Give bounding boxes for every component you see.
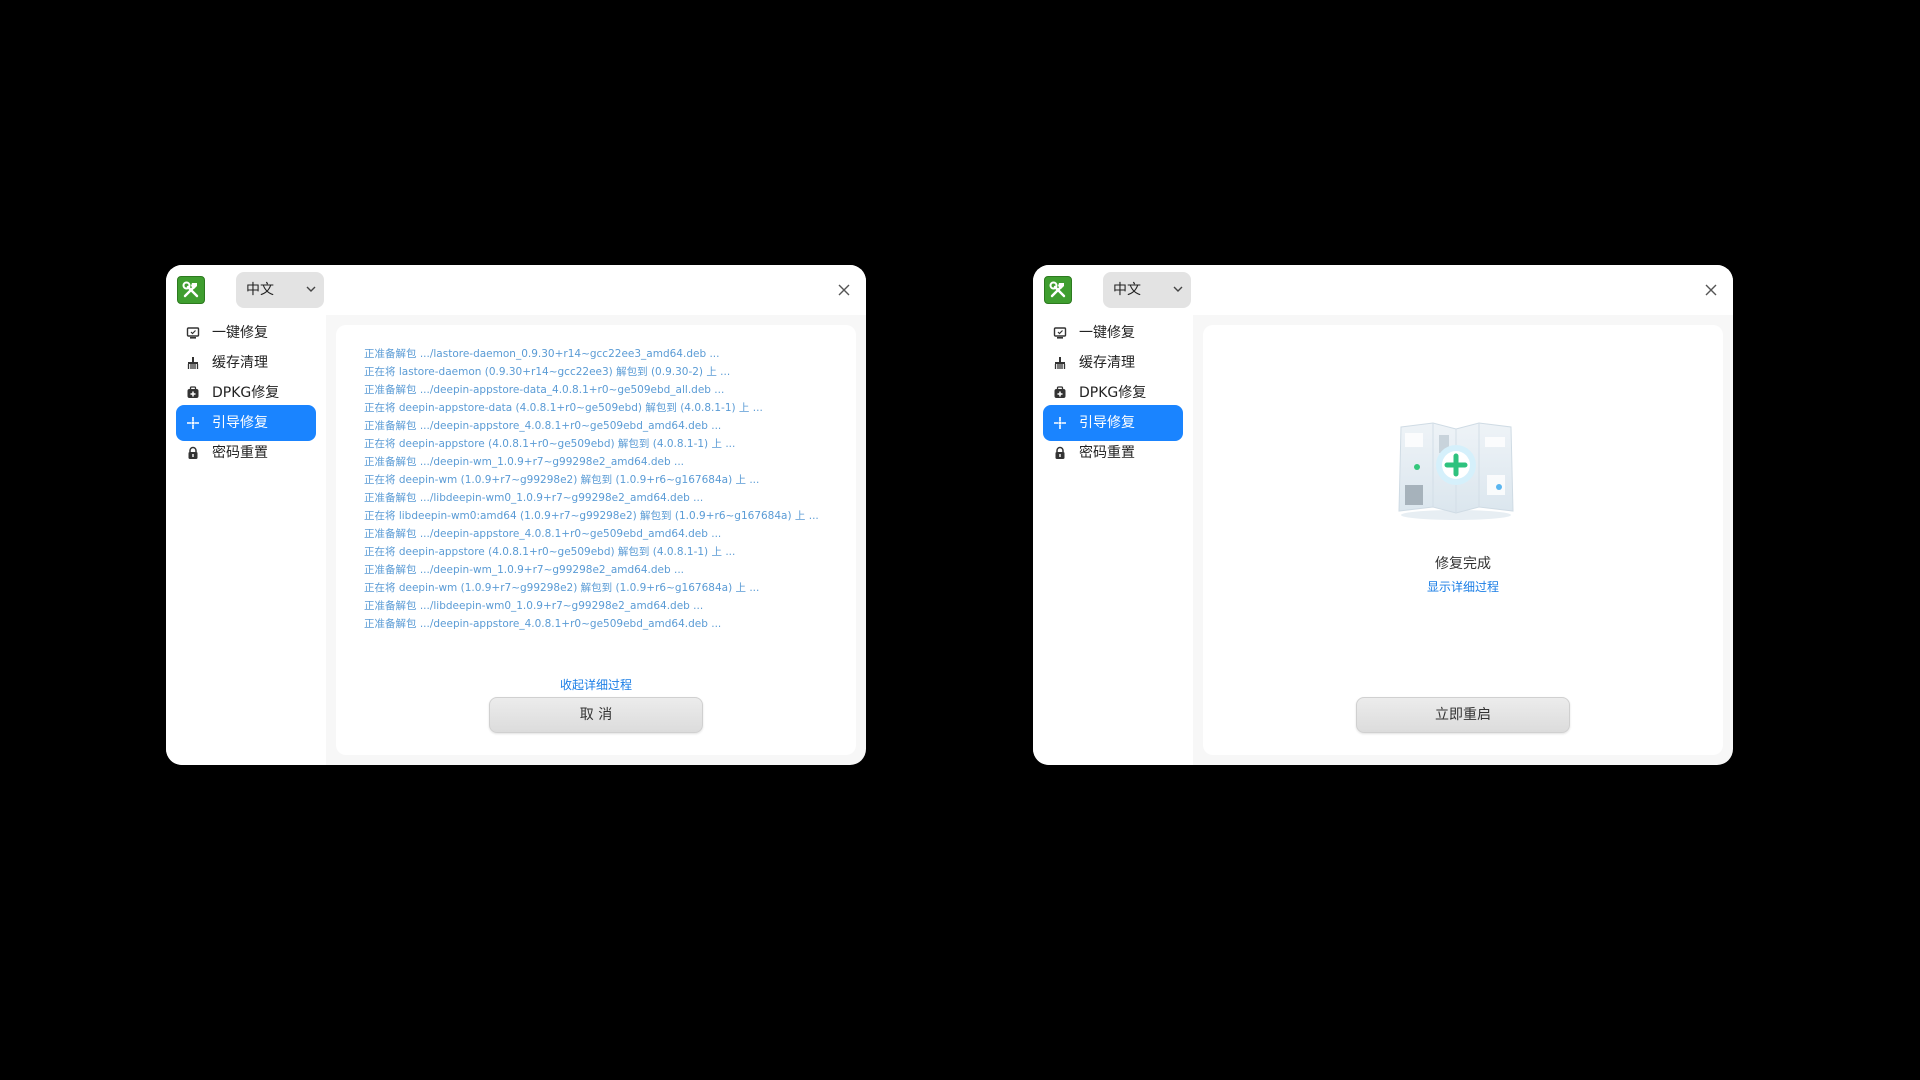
- monitor-repair-icon: [1053, 327, 1067, 339]
- repair-complete-title: 修复完成: [1435, 556, 1491, 572]
- log-line: 正在将 lastore-daemon (0.9.30+r14~gcc22ee3)…: [364, 366, 731, 378]
- titlebar: 中文: [1033, 265, 1733, 315]
- main-content: 正准备解包 .../lastore-daemon_0.9.30+r14~gcc2…: [336, 325, 856, 755]
- language-select-value: 中文: [1113, 282, 1141, 298]
- boot-repair-icon: [187, 417, 199, 429]
- sidebar-item-password-reset[interactable]: 密码重置: [176, 435, 316, 471]
- titlebar: 中文: [166, 265, 866, 315]
- lock-icon: [188, 446, 198, 459]
- sidebar-item-label: 引导修复: [212, 415, 268, 431]
- sidebar-item-password-reset[interactable]: 密码重置: [1043, 435, 1183, 471]
- sidebar-item-label: 密码重置: [1079, 445, 1135, 461]
- sidebar: 一键修复 缓存清理 DPKG修复 引导修复 密码重置: [166, 315, 326, 765]
- repair-tool-window-progress: 中文 一键修复 缓存清理 DPKG修复 引导修复 密码重置 正准备解包 .../…: [166, 265, 866, 765]
- log-line: 正准备解包 .../deepin-appstore_4.0.8.1+r0~ge5…: [364, 618, 722, 630]
- language-select[interactable]: 中文: [1103, 272, 1191, 308]
- lock-icon: [1055, 446, 1065, 459]
- log-line: 正准备解包 .../deepin-wm_1.0.9+r7~g99298e2_am…: [364, 564, 684, 576]
- log-line: 正在将 deepin-wm (1.0.9+r7~g99298e2) 解包到 (1…: [364, 582, 760, 594]
- log-line: 正准备解包 .../libdeepin-wm0_1.0.9+r7~g99298e…: [364, 492, 704, 504]
- restart-now-button[interactable]: 立即重启: [1356, 697, 1570, 733]
- sidebar-item-label: 缓存清理: [1079, 355, 1135, 371]
- log-line: 正在将 deepin-appstore (4.0.8.1+r0~ge509ebd…: [364, 438, 736, 450]
- sidebar-item-label: DPKG修复: [212, 385, 280, 401]
- collapse-details-link[interactable]: 收起详细过程: [336, 677, 856, 693]
- close-icon: [838, 284, 850, 296]
- close-button[interactable]: [1701, 280, 1721, 300]
- language-select-value: 中文: [246, 282, 274, 298]
- log-line: 正准备解包 .../deepin-appstore_4.0.8.1+r0~ge5…: [364, 528, 722, 540]
- sidebar-item-label: 缓存清理: [212, 355, 268, 371]
- log-line: 正在将 libdeepin-wm0:amd64 (1.0.9+r7~g99298…: [364, 510, 819, 522]
- app-logo-tools-icon: [1044, 276, 1072, 304]
- sidebar-item-label: 引导修复: [1079, 415, 1135, 431]
- log-line: 正在将 deepin-appstore-data (4.0.8.1+r0~ge5…: [364, 402, 763, 414]
- close-button[interactable]: [834, 280, 854, 300]
- app-logo-tools-icon: [177, 276, 205, 304]
- log-line: 正准备解包 .../deepin-appstore_4.0.8.1+r0~ge5…: [364, 420, 722, 432]
- log-line: 正在将 deepin-appstore (4.0.8.1+r0~ge509ebd…: [364, 546, 736, 558]
- broom-icon: [1054, 357, 1066, 369]
- log-line: 正在将 deepin-wm (1.0.9+r7~g99298e2) 解包到 (1…: [364, 474, 760, 486]
- language-select[interactable]: 中文: [236, 272, 324, 308]
- sidebar-item-label: 一键修复: [1079, 325, 1135, 341]
- repair-tool-window-complete: 中文 一键修复 缓存清理 DPKG修复 引导修复 密码重置 修复完成 显示详细过…: [1033, 265, 1733, 765]
- broom-icon: [187, 357, 199, 369]
- show-details-link[interactable]: 显示详细过程: [1203, 579, 1723, 595]
- sidebar: 一键修复 缓存清理 DPKG修复 引导修复 密码重置: [1033, 315, 1193, 765]
- log-line: 正准备解包 .../libdeepin-wm0_1.0.9+r7~g99298e…: [364, 600, 704, 612]
- log-line: 正准备解包 .../deepin-wm_1.0.9+r7~g99298e2_am…: [364, 456, 684, 468]
- log-line: 正准备解包 .../deepin-appstore-data_4.0.8.1+r…: [364, 384, 725, 396]
- repair-complete-map-icon: [1398, 422, 1514, 520]
- package-repair-icon: [1054, 386, 1066, 398]
- chevron-down-icon: [1173, 286, 1183, 292]
- boot-repair-icon: [1054, 417, 1066, 429]
- chevron-down-icon: [306, 286, 316, 292]
- repair-log: 正准备解包 .../lastore-daemon_0.9.30+r14~gcc2…: [364, 345, 844, 633]
- package-repair-icon: [187, 386, 199, 398]
- sidebar-item-label: 密码重置: [212, 445, 268, 461]
- sidebar-item-label: DPKG修复: [1079, 385, 1147, 401]
- monitor-repair-icon: [186, 327, 200, 339]
- cancel-button[interactable]: 取 消: [489, 697, 703, 733]
- log-line: 正准备解包 .../lastore-daemon_0.9.30+r14~gcc2…: [364, 348, 720, 360]
- sidebar-item-label: 一键修复: [212, 325, 268, 341]
- close-icon: [1705, 284, 1717, 296]
- main-content: 修复完成 显示详细过程 立即重启: [1203, 325, 1723, 755]
